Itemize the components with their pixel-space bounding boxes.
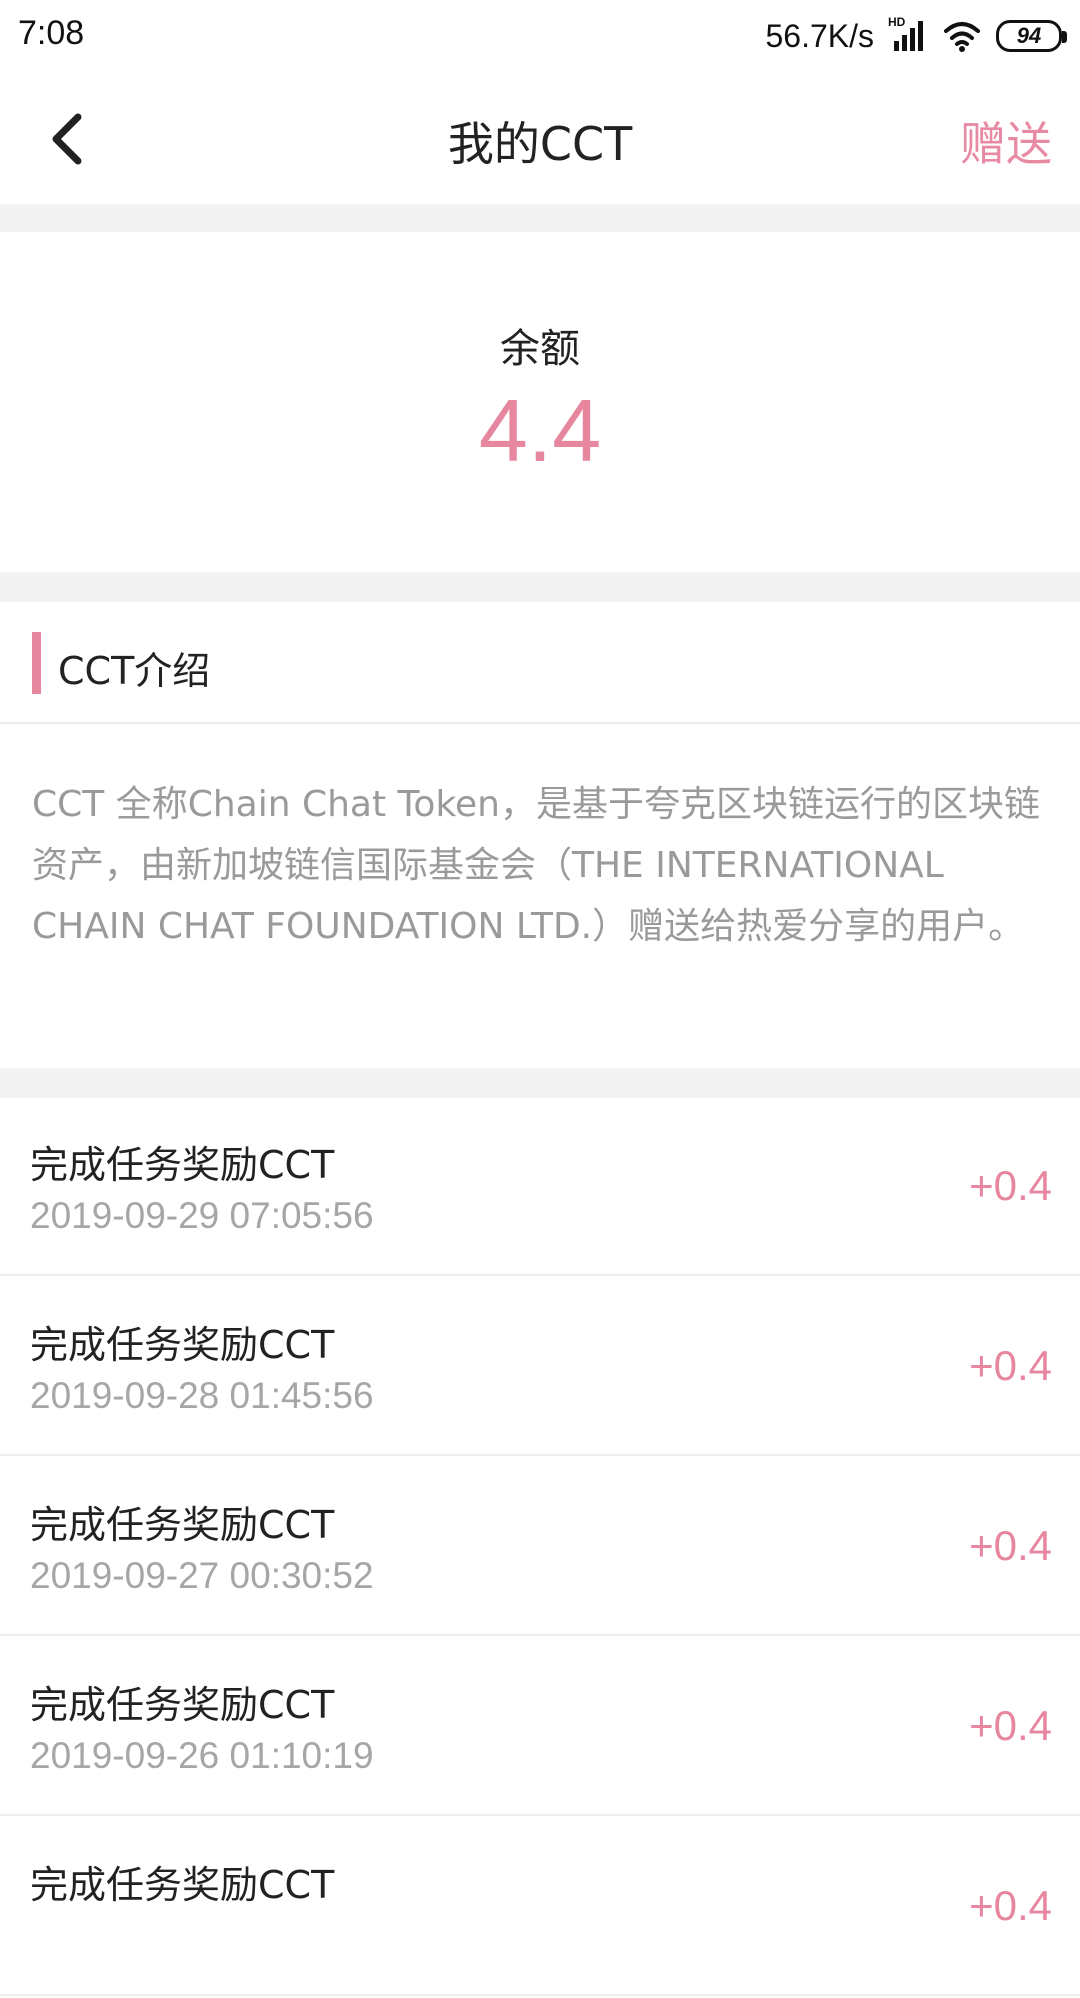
wifi-icon (942, 19, 982, 53)
transaction-time: 2019-09-27 00:30:52 (30, 1555, 374, 1596)
intro-description: CCT 全称Chain Chat Token，是基于夸克区块链运行的区块链资产，… (32, 784, 1040, 947)
network-speed: 56.7K/s (765, 17, 874, 54)
gift-button[interactable]: 赠送 (960, 108, 1052, 174)
intro-card: CCT介绍 CCT 全称Chain Chat Token，是基于夸克区块链运行的… (0, 602, 1080, 1068)
list-item[interactable]: 完成任务奖励CCT 2019-09-29 07:05:56 +0.4 (0, 1098, 1080, 1276)
status-bar: 7:08 56.7K/s HD 94 (0, 0, 1080, 74)
balance-card: 余额 4.4 (0, 232, 1080, 572)
signal-icon: HD (888, 15, 928, 53)
transaction-list: 完成任务奖励CCT 2019-09-29 07:05:56 +0.4 完成任务奖… (0, 1098, 1080, 1998)
status-icons: 56.7K/s HD 94 (765, 14, 1067, 58)
list-item[interactable]: 完成任务奖励CCT +0.4 (0, 1818, 1080, 1996)
balance-label: 余额 (500, 326, 580, 372)
section-divider (0, 204, 1080, 232)
hd-badge: HD (888, 15, 906, 29)
accent-bar (32, 632, 41, 694)
intro-header: CCT介绍 (0, 602, 1080, 724)
battery-icon: 94 (996, 20, 1067, 52)
balance-value: 4.4 (478, 381, 602, 480)
page-title: 我的CCT (447, 117, 633, 171)
section-divider (0, 572, 1080, 602)
transaction-amount: +0.4 (969, 1162, 1052, 1209)
transaction-title: 完成任务奖励CCT (30, 1683, 335, 1727)
transaction-title: 完成任务奖励CCT (30, 1503, 335, 1547)
transaction-time: 2019-09-28 01:45:56 (30, 1375, 374, 1416)
transaction-amount: +0.4 (969, 1342, 1052, 1389)
transaction-time: 2019-09-26 01:10:19 (30, 1735, 374, 1776)
transaction-title: 完成任务奖励CCT (30, 1143, 335, 1187)
transaction-title: 完成任务奖励CCT (30, 1323, 335, 1367)
nav-bar: 我的CCT 赠送 (0, 74, 1080, 204)
intro-title: CCT介绍 (58, 649, 211, 693)
transaction-title: 完成任务奖励CCT (30, 1863, 335, 1907)
list-item[interactable]: 完成任务奖励CCT 2019-09-26 01:10:19 +0.4 (0, 1638, 1080, 1816)
list-item[interactable]: 完成任务奖励CCT 2019-09-28 01:45:56 +0.4 (0, 1278, 1080, 1456)
section-divider (0, 1068, 1080, 1098)
list-item[interactable]: 完成任务奖励CCT 2019-09-27 00:30:52 +0.4 (0, 1458, 1080, 1636)
transaction-amount: +0.4 (969, 1702, 1052, 1749)
transaction-time: 2019-09-29 07:05:56 (30, 1195, 374, 1236)
status-time: 7:08 (18, 14, 85, 52)
transaction-amount: +0.4 (969, 1522, 1052, 1569)
transaction-amount: +0.4 (969, 1882, 1052, 1929)
